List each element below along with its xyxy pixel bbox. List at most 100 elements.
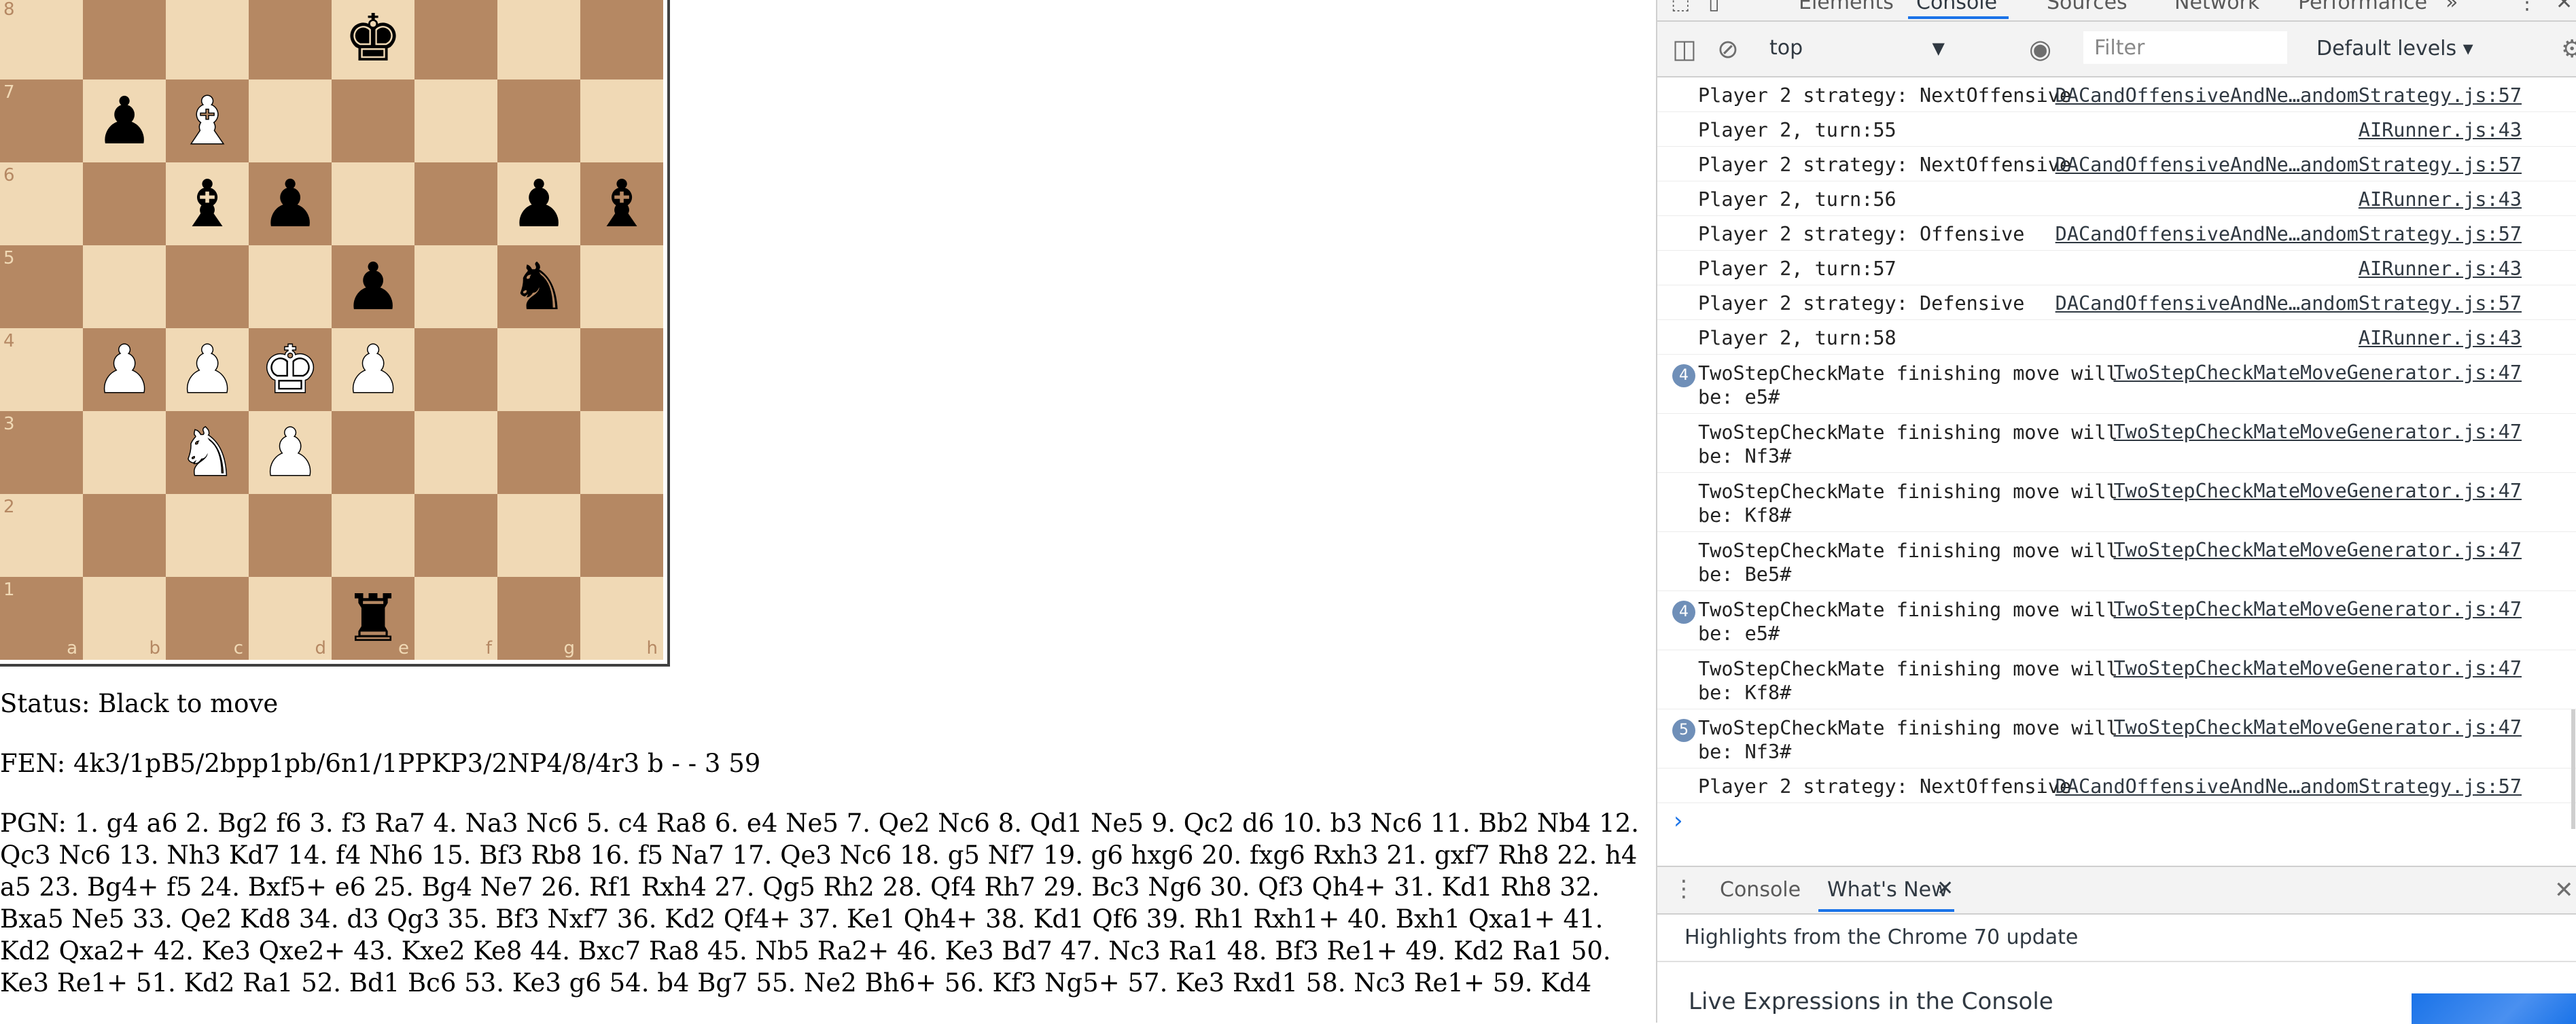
- message-source-link[interactable]: AIRunner.js:43: [2359, 119, 2522, 141]
- square-g6[interactable]: ♟: [497, 162, 580, 245]
- square-h5[interactable]: [580, 245, 663, 328]
- devtools-close-icon[interactable]: ✕: [2556, 0, 2573, 14]
- square-d8[interactable]: [249, 0, 332, 80]
- square-b8[interactable]: [83, 0, 166, 80]
- sidebar-toggle-icon[interactable]: ◫: [1672, 34, 1697, 64]
- square-c5[interactable]: [166, 245, 249, 328]
- square-e3[interactable]: [332, 411, 414, 494]
- message-source-link[interactable]: TwoStepCheckMateMoveGenerator.js:47: [2113, 361, 2522, 384]
- white-knight-icon[interactable]: ♞: [166, 411, 249, 494]
- message-source-link[interactable]: TwoStepCheckMateMoveGenerator.js:47: [2113, 539, 2522, 561]
- square-h3[interactable]: [580, 411, 663, 494]
- square-g5[interactable]: ♞: [497, 245, 580, 328]
- tab-network[interactable]: Network: [2174, 0, 2259, 14]
- square-e2[interactable]: [332, 494, 414, 577]
- square-h7[interactable]: [580, 80, 663, 162]
- square-f8[interactable]: [414, 0, 497, 80]
- square-a3[interactable]: 3: [0, 411, 83, 494]
- square-e5[interactable]: ♟: [332, 245, 414, 328]
- message-source-link[interactable]: TwoStepCheckMateMoveGenerator.js:47: [2113, 598, 2522, 620]
- square-f7[interactable]: [414, 80, 497, 162]
- square-g2[interactable]: [497, 494, 580, 577]
- square-a7[interactable]: 7: [0, 80, 83, 162]
- black-pawn-icon[interactable]: ♟: [332, 245, 414, 328]
- square-d3[interactable]: ♟: [249, 411, 332, 494]
- square-f3[interactable]: [414, 411, 497, 494]
- tab-elements[interactable]: Elements: [1799, 0, 1894, 14]
- chess-board[interactable]: 8 ♚ 7 ♟ ♝ 6 ♝ ♟ ♟ ♝ 5 ♟ ♞ 4 ♟ ♟ ♚ ♟ 3 ♞ ♟ 2 1 a b c d e ♜ f g h: [0, 0, 670, 667]
- filter-input[interactable]: [2083, 31, 2287, 64]
- square-g1[interactable]: g: [497, 577, 580, 660]
- gear-icon[interactable]: ⚙: [2561, 35, 2576, 63]
- white-pawn-icon[interactable]: ♟: [332, 328, 414, 411]
- message-source-link[interactable]: DACandOffensiveAndNe…andomStrategy.js:57: [2055, 223, 2522, 245]
- square-h4[interactable]: [580, 328, 663, 411]
- log-levels-dropdown[interactable]: Default levels ▾: [2316, 37, 2473, 60]
- device-toolbar-icon[interactable]: ▯: [1708, 0, 1720, 14]
- square-g7[interactable]: [497, 80, 580, 162]
- context-selector[interactable]: top ▼: [1769, 30, 1952, 67]
- square-d4[interactable]: ♚: [249, 328, 332, 411]
- console-prompt-icon[interactable]: ›: [1674, 807, 1683, 834]
- square-d7[interactable]: [249, 80, 332, 162]
- console-messages[interactable]: Player 2 strategy: NextOffensive DACandOf…: [1657, 77, 2576, 866]
- message-source-link[interactable]: TwoStepCheckMateMoveGenerator.js:47: [2113, 716, 2522, 739]
- square-a4[interactable]: 4: [0, 328, 83, 411]
- square-h1[interactable]: h: [580, 577, 663, 660]
- clear-console-icon[interactable]: ⊘: [1717, 34, 1739, 64]
- square-g3[interactable]: [497, 411, 580, 494]
- black-pawn-icon[interactable]: ♟: [497, 162, 580, 245]
- square-b7[interactable]: ♟: [83, 80, 166, 162]
- square-e6[interactable]: [332, 162, 414, 245]
- black-rook-icon[interactable]: ♜: [332, 577, 414, 660]
- square-e7[interactable]: [332, 80, 414, 162]
- close-icon[interactable]: ✕: [1937, 877, 1954, 900]
- square-c1[interactable]: c: [166, 577, 249, 660]
- message-source-link[interactable]: TwoStepCheckMateMoveGenerator.js:47: [2113, 480, 2522, 502]
- square-c2[interactable]: [166, 494, 249, 577]
- square-e8[interactable]: ♚: [332, 0, 414, 80]
- square-f6[interactable]: [414, 162, 497, 245]
- square-b5[interactable]: [83, 245, 166, 328]
- square-c3[interactable]: ♞: [166, 411, 249, 494]
- black-king-icon[interactable]: ♚: [332, 0, 414, 80]
- square-f1[interactable]: f: [414, 577, 497, 660]
- drawer-tab-console[interactable]: Console: [1720, 878, 1801, 902]
- square-f4[interactable]: [414, 328, 497, 411]
- tab-console[interactable]: Console: [1916, 0, 1997, 14]
- white-king-icon[interactable]: ♚: [249, 328, 332, 411]
- more-tabs-icon[interactable]: »: [2446, 0, 2458, 14]
- square-b4[interactable]: ♟: [83, 328, 166, 411]
- black-knight-icon[interactable]: ♞: [497, 245, 580, 328]
- eye-icon[interactable]: ◉: [2029, 34, 2051, 64]
- square-a6[interactable]: 6: [0, 162, 83, 245]
- square-h6[interactable]: ♝: [580, 162, 663, 245]
- drawer-close-icon[interactable]: ✕: [2554, 877, 2574, 904]
- white-pawn-icon[interactable]: ♟: [249, 411, 332, 494]
- white-pawn-icon[interactable]: ♟: [166, 328, 249, 411]
- message-source-link[interactable]: TwoStepCheckMateMoveGenerator.js:47: [2113, 421, 2522, 443]
- square-b3[interactable]: [83, 411, 166, 494]
- square-c4[interactable]: ♟: [166, 328, 249, 411]
- square-a8[interactable]: 8: [0, 0, 83, 80]
- tab-sources[interactable]: Sources: [2047, 0, 2128, 14]
- square-d1[interactable]: d: [249, 577, 332, 660]
- square-h2[interactable]: [580, 494, 663, 577]
- message-source-link[interactable]: AIRunner.js:43: [2359, 327, 2522, 349]
- square-e1[interactable]: e ♜: [332, 577, 414, 660]
- square-d2[interactable]: [249, 494, 332, 577]
- square-g4[interactable]: [497, 328, 580, 411]
- square-b6[interactable]: [83, 162, 166, 245]
- square-d5[interactable]: [249, 245, 332, 328]
- square-c7[interactable]: ♝: [166, 80, 249, 162]
- square-a5[interactable]: 5: [0, 245, 83, 328]
- black-pawn-icon[interactable]: ♟: [249, 162, 332, 245]
- message-source-link[interactable]: DACandOffensiveAndNe…andomStrategy.js:57: [2055, 292, 2522, 315]
- message-source-link[interactable]: DACandOffensiveAndNe…andomStrategy.js:57: [2055, 154, 2522, 176]
- square-b1[interactable]: b: [83, 577, 166, 660]
- tab-performance[interactable]: Performance: [2298, 0, 2427, 14]
- message-source-link[interactable]: TwoStepCheckMateMoveGenerator.js:47: [2113, 657, 2522, 679]
- message-source-link[interactable]: DACandOffensiveAndNe…andomStrategy.js:57: [2055, 775, 2522, 798]
- square-f5[interactable]: [414, 245, 497, 328]
- message-source-link[interactable]: AIRunner.js:43: [2359, 258, 2522, 280]
